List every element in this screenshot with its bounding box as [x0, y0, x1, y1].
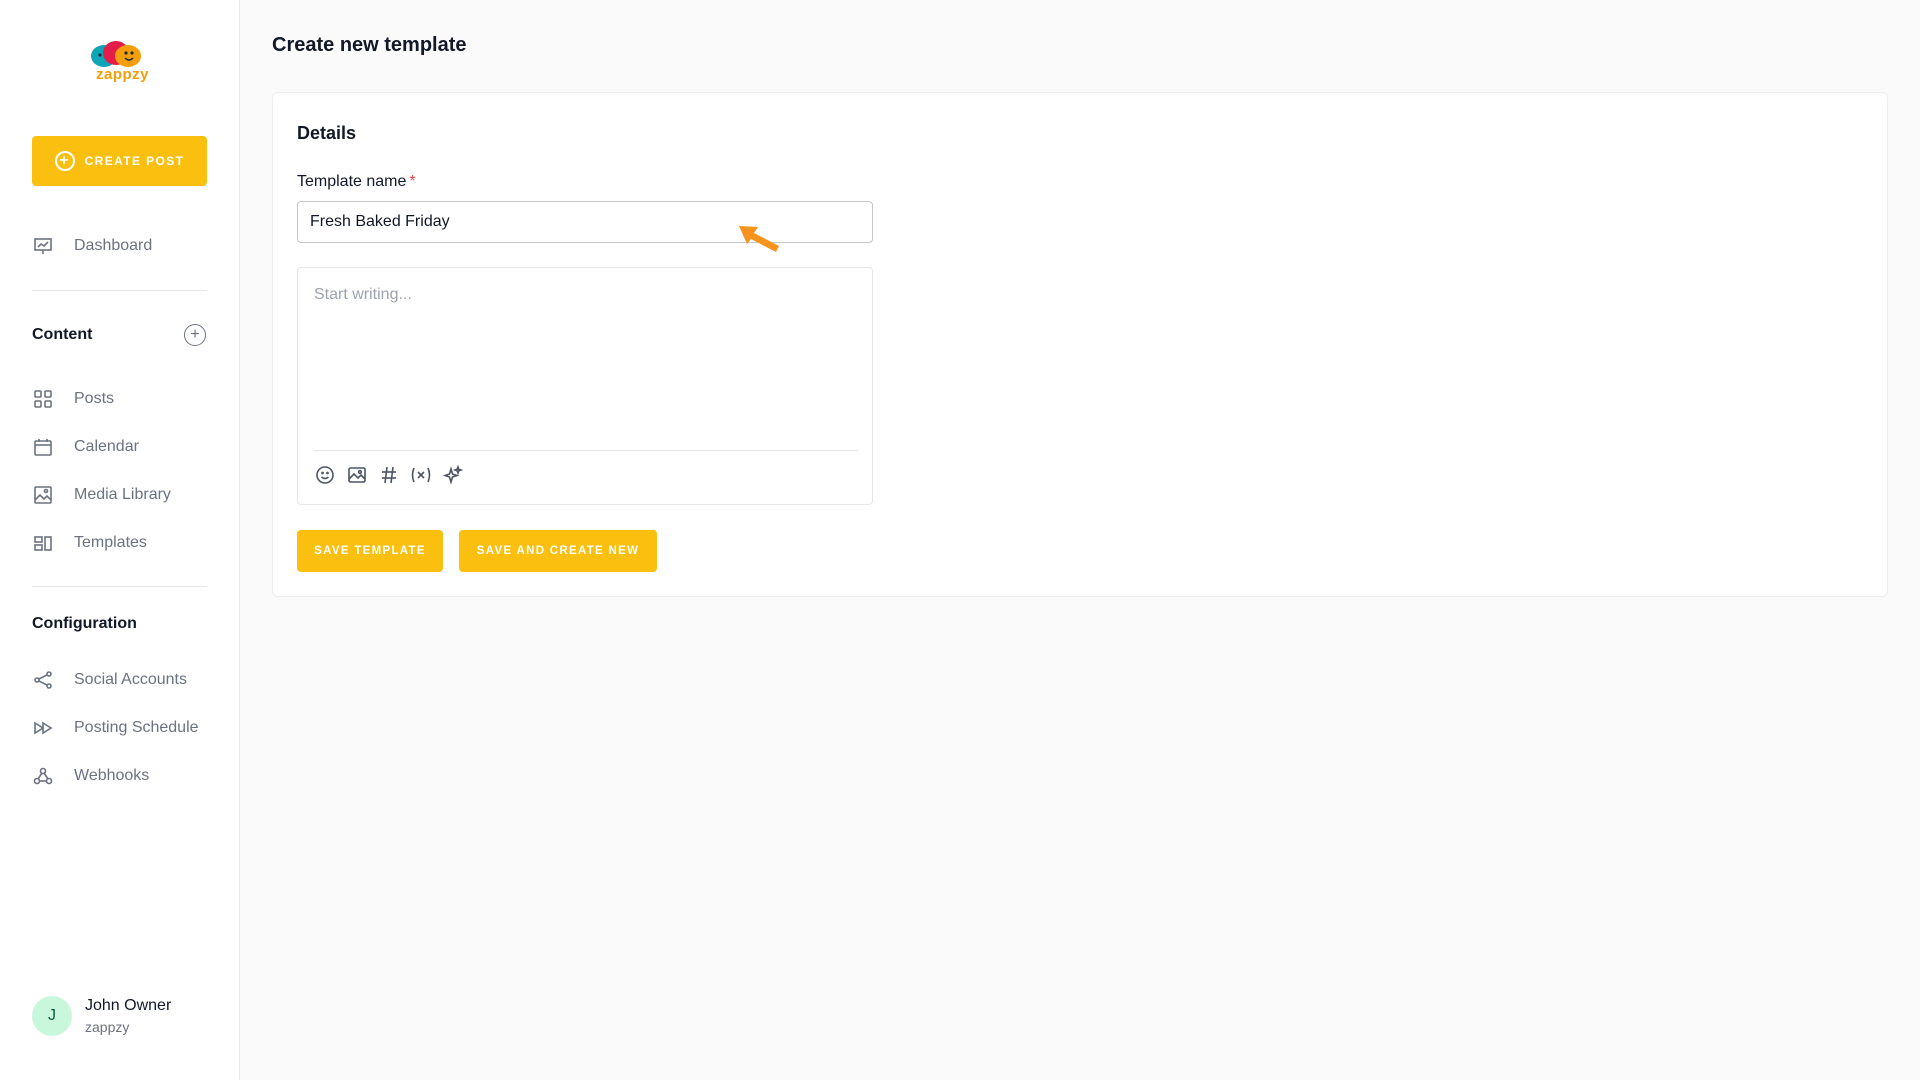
sidebar-item-label: Posting Schedule: [74, 719, 199, 736]
image-icon: [32, 484, 54, 506]
sidebar-item-media-library[interactable]: Media Library: [32, 481, 171, 509]
pointer-arrow-icon: [739, 226, 779, 252]
card-title: Details: [297, 123, 357, 143]
plus-circle-icon: +: [54, 151, 75, 171]
zappzy-logo[interactable]: zappzy: [82, 36, 158, 90]
share-icon: [32, 669, 54, 691]
webhook-icon: [32, 765, 54, 787]
sidebar-item-calendar[interactable]: Calendar: [32, 433, 139, 461]
create-post-button[interactable]: + CREATE POST: [32, 136, 207, 186]
sidebar-item-label: Templates: [74, 534, 147, 551]
template-name-input[interactable]: [297, 201, 873, 243]
sidebar-item-label: Webhooks: [74, 767, 150, 784]
main-content: Create new template Details Template nam…: [240, 0, 1920, 1080]
save-and-create-new-button[interactable]: SAVE AND CREATE NEW: [459, 530, 657, 572]
content-editor: [297, 267, 873, 505]
template-name-label: Template name *: [297, 173, 416, 191]
sidebar-item-templates[interactable]: Templates: [32, 529, 147, 557]
user-name: John Owner: [85, 997, 172, 1014]
sidebar-item-label: Dashboard: [74, 237, 153, 254]
ai-sparkles-icon[interactable]: [442, 464, 464, 486]
sidebar-item-label: Media Library: [74, 486, 171, 503]
emoji-icon[interactable]: [314, 464, 336, 486]
save-template-button[interactable]: SAVE TEMPLATE: [297, 530, 443, 572]
user-org: zappzy: [85, 1019, 130, 1035]
divider: [32, 290, 207, 291]
sidebar-item-label: Social Accounts: [74, 671, 187, 688]
sidebar-item-posts[interactable]: Posts: [32, 385, 114, 413]
user-profile[interactable]: J John Owner zappzy: [32, 996, 171, 1036]
configuration-section-title: Configuration: [32, 615, 137, 632]
template-name-label-text: Template name: [297, 173, 407, 190]
image-upload-icon[interactable]: [346, 464, 368, 486]
add-content-icon[interactable]: +: [184, 324, 206, 346]
divider: [32, 586, 207, 587]
details-card: Details Template name * Fresh Baked Frid…: [272, 92, 1888, 597]
sidebar: zappzy + CREATE POST Dashboard Content +…: [0, 0, 240, 1080]
required-mark: *: [409, 173, 416, 190]
calendar-icon: [32, 436, 54, 458]
presentation-chart-icon: [32, 235, 54, 257]
sidebar-item-posting-schedule[interactable]: Posting Schedule: [32, 714, 199, 742]
fast-forward-icon: [32, 717, 54, 739]
editor-toolbar: [314, 464, 464, 486]
app-root: zappzy + CREATE POST Dashboard Content +…: [0, 0, 1920, 1080]
create-post-label: CREATE POST: [84, 154, 185, 168]
sidebar-item-label: Posts: [74, 390, 115, 407]
editor-textarea[interactable]: [314, 286, 854, 436]
avatar: J: [32, 996, 72, 1036]
hashtag-icon[interactable]: [378, 464, 400, 486]
grid-icon: [32, 388, 54, 410]
sidebar-item-webhooks[interactable]: Webhooks: [32, 762, 149, 790]
sidebar-item-dashboard[interactable]: Dashboard: [32, 232, 152, 260]
editor-divider: [314, 450, 858, 451]
sidebar-item-label: Calendar: [74, 438, 139, 455]
content-section-title: Content: [32, 326, 93, 343]
sidebar-item-social-accounts[interactable]: Social Accounts: [32, 666, 187, 694]
page-title: Create new template: [272, 34, 467, 56]
variable-icon[interactable]: [410, 464, 432, 486]
logo-wordmark: zappzy: [96, 66, 150, 83]
templates-icon: [32, 532, 54, 554]
